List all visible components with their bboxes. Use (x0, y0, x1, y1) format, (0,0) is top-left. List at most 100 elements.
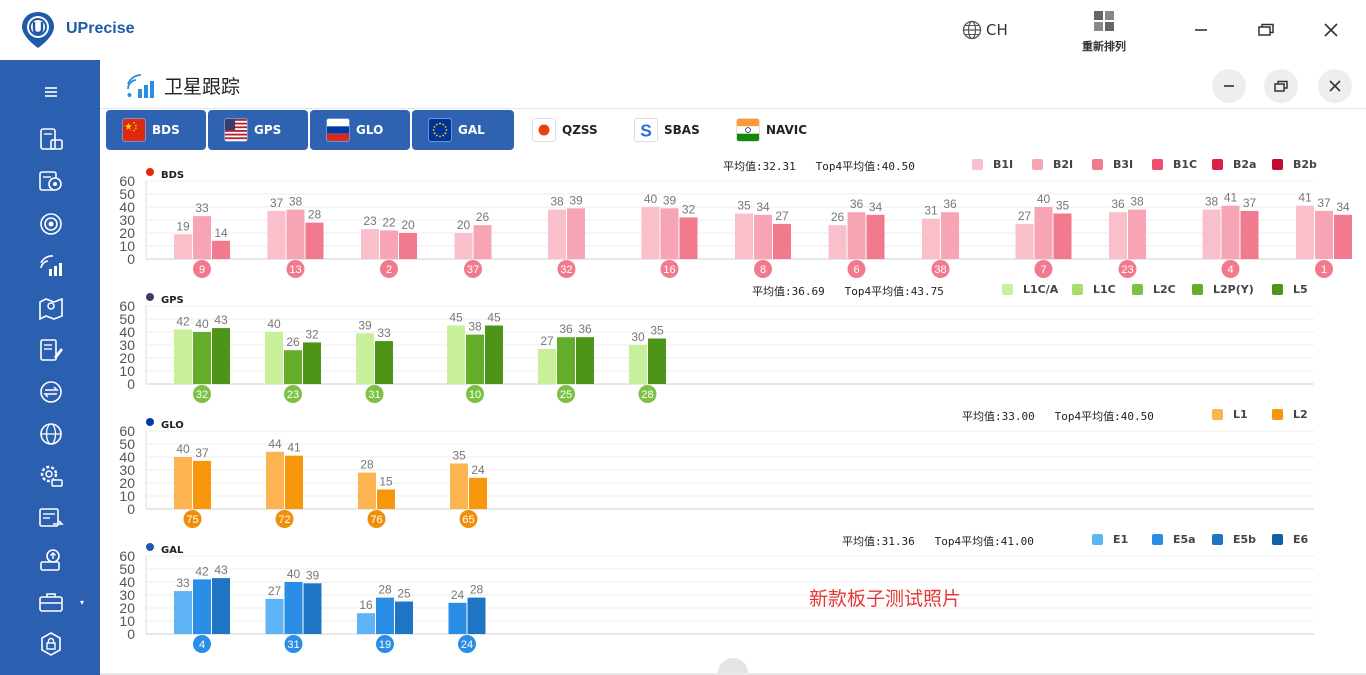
bar-value-label: 28 (378, 583, 392, 597)
rearrange-button[interactable]: 重新排列 (1075, 10, 1133, 54)
bar-value-label: 42 (195, 564, 209, 578)
minimize-icon (1224, 85, 1234, 87)
panel-restore-button[interactable] (1264, 69, 1298, 103)
bar-value-label: 24 (451, 588, 465, 602)
bar-value-label: 45 (449, 311, 463, 325)
photo-note: 新款板子测试照片 (809, 588, 962, 610)
satellite-id-label: 16 (663, 264, 675, 276)
bar-value-label: 39 (663, 193, 677, 207)
sidebar-item-settings[interactable] (36, 461, 66, 491)
bar-value-label: 43 (214, 563, 228, 577)
tab-gal[interactable]: GAL (412, 110, 514, 150)
bar (1296, 205, 1314, 259)
bar-value-label: 25 (397, 587, 411, 601)
bar (305, 222, 324, 259)
satellite-id-label: 4 (1227, 264, 1233, 276)
panel-close-button[interactable] (1318, 69, 1352, 103)
sidebar-item-tools[interactable] (36, 587, 66, 617)
sidebar-item-globe[interactable] (36, 419, 66, 449)
sidebar-item-map[interactable] (36, 293, 66, 323)
sidebar-item-data-export[interactable] (36, 503, 66, 533)
language-switch[interactable]: CH (962, 20, 1008, 40)
bar-value-label: 36 (559, 322, 573, 336)
restore-icon (1258, 23, 1274, 36)
restore-button[interactable] (1256, 20, 1276, 40)
sidebar-expand-caret-icon[interactable]: ▾ (80, 598, 84, 607)
bar (485, 325, 503, 384)
bar (356, 333, 374, 384)
bar-value-label: 36 (1111, 197, 1125, 211)
satellite-id-label: 10 (469, 389, 481, 401)
bar-value-label: 38 (1205, 195, 1219, 209)
satellite-id-label: 19 (379, 639, 391, 651)
tab-sbas[interactable]: S SBAS (618, 110, 720, 150)
bar (284, 582, 303, 634)
gal-chart-section: GAL 平均值:31.36 Top4平均值:41.00 E1 E5a E5b E… (106, 530, 1356, 655)
bar-value-label: 30 (631, 330, 645, 344)
bar (1202, 209, 1221, 259)
bar-value-label: 33 (195, 201, 209, 215)
china-flag-icon (122, 118, 146, 142)
bar (473, 225, 492, 259)
bar-value-label: 44 (268, 437, 282, 451)
satellite-id-label: 4 (199, 639, 205, 651)
survey-edit-icon (40, 339, 63, 361)
bar (847, 212, 866, 259)
sidebar-item-survey[interactable] (36, 335, 66, 365)
satellite-id-label: 72 (278, 514, 290, 526)
usa-flag-icon (224, 118, 248, 142)
bar-value-label: 37 (1317, 196, 1331, 210)
sidebar-item-satellite-tracking[interactable] (36, 251, 66, 281)
bar-value-label: 38 (1130, 195, 1144, 209)
sidebar-item-upload[interactable] (36, 545, 66, 575)
tab-navic[interactable]: NAVIC (720, 110, 830, 150)
bar (265, 332, 283, 384)
minimize-button[interactable] (1191, 20, 1211, 40)
bar (174, 457, 192, 509)
bar (380, 230, 398, 259)
bar-value-label: 33 (176, 576, 190, 590)
panel-title: 卫星跟踪 (164, 76, 241, 98)
bar (1315, 210, 1333, 259)
satellite-id-label: 1 (1321, 264, 1327, 276)
sidebar-item-location[interactable] (36, 167, 66, 197)
bar-value-label: 28 (360, 458, 374, 472)
sidebar-item-security[interactable] (36, 629, 66, 659)
bar-value-label: 15 (379, 475, 393, 489)
sbas-s-icon: S (634, 118, 658, 142)
tab-gps[interactable]: GPS (208, 110, 308, 150)
satellite-id-label: 25 (560, 389, 572, 401)
satellite-id-label: 23 (1121, 264, 1133, 276)
bar (679, 217, 698, 259)
sidebar-item-device[interactable] (36, 125, 66, 155)
bar-value-label: 33 (377, 326, 391, 340)
satellite-id-label: 76 (370, 514, 382, 526)
sidebar-item-target[interactable] (36, 209, 66, 239)
bar (1240, 210, 1259, 259)
close-icon (1329, 80, 1341, 92)
satellite-id-label: 13 (289, 264, 301, 276)
tab-qzss[interactable]: QZSS (516, 110, 618, 150)
bar-value-label: 40 (287, 567, 301, 581)
bar (265, 598, 284, 634)
sidebar-menu-toggle[interactable] (36, 77, 66, 107)
bar (941, 212, 959, 259)
bds-chart-section: BDS 平均值:32.31 Top4平均值:40.50 B1I B2I B3I … (106, 155, 1356, 280)
gps-chart-section: GPS 平均值:36.69 Top4平均值:43.75 L1C/A L1C L2… (106, 280, 1356, 405)
tab-glo[interactable]: GLO (310, 110, 410, 150)
bar-value-label: 36 (578, 322, 592, 336)
y-tick-label: 60 (119, 173, 135, 189)
tab-label: GAL (458, 123, 485, 137)
bar-value-label: 45 (487, 311, 501, 325)
bar-value-label: 34 (756, 200, 770, 214)
bar (174, 234, 192, 259)
bar-value-label: 40 (195, 317, 209, 331)
tab-bds[interactable]: BDS (106, 110, 206, 150)
transfer-icon (40, 381, 62, 403)
close-button[interactable] (1321, 20, 1341, 40)
sidebar-item-transfer[interactable] (36, 377, 66, 407)
gal-bar-chart: 01020304050603342 4342740 39311628 251924 28… (119, 548, 1314, 653)
panel-minimize-button[interactable] (1212, 69, 1246, 103)
tools-icon (39, 593, 63, 612)
bar-value-label: 24 (471, 463, 485, 477)
